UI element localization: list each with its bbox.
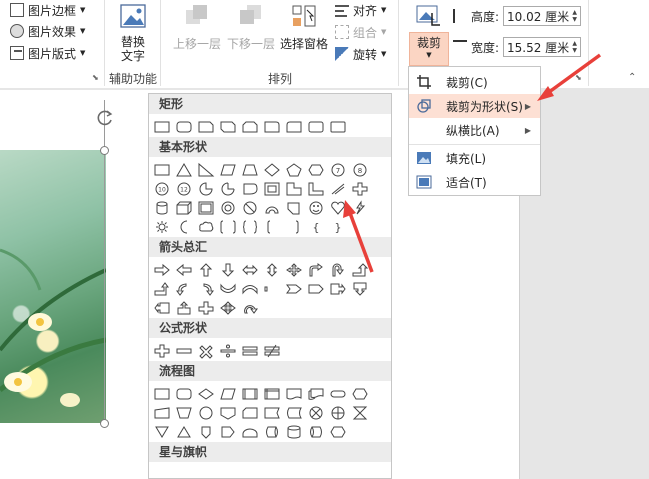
annotation-arrow-to-shape	[343, 200, 374, 273]
annotation-arrows	[343, 53, 602, 273]
annotation-arrow-to-menu	[537, 53, 602, 101]
